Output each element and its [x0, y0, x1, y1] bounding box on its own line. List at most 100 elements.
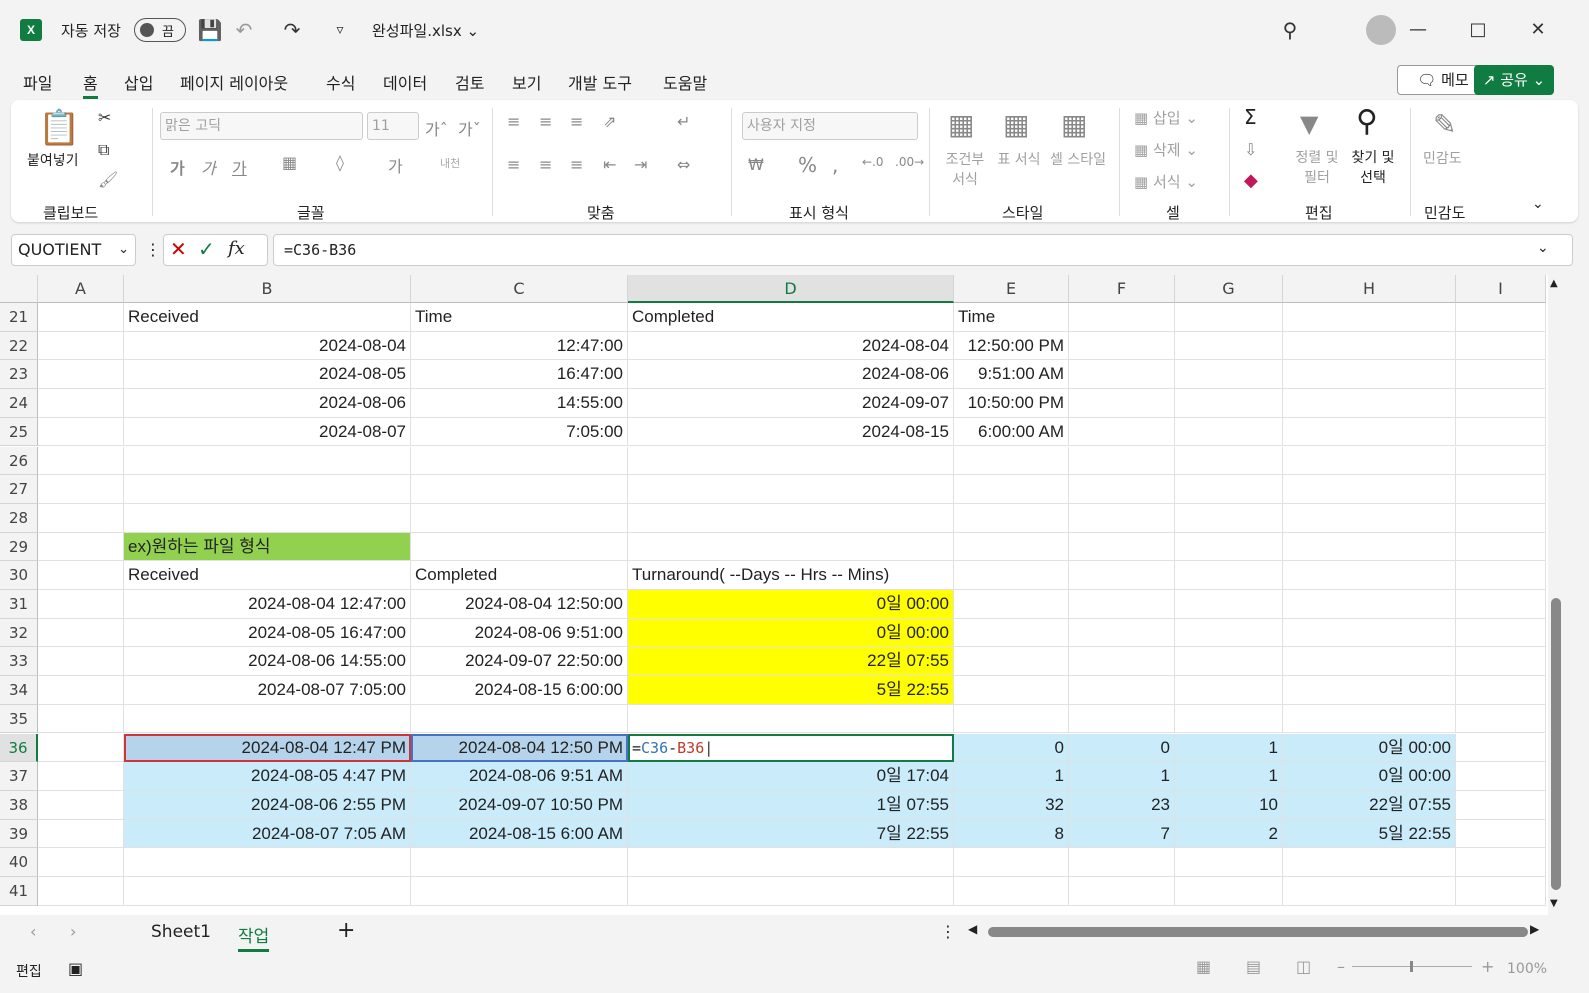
cell-f40[interactable] [1069, 848, 1175, 877]
cell-e26[interactable] [954, 446, 1069, 476]
cell-c41[interactable] [411, 877, 628, 906]
cell-h40[interactable] [1283, 848, 1456, 877]
insert-function-icon[interactable]: fx [228, 238, 245, 259]
scroll-left-icon[interactable]: ◀ [968, 922, 977, 936]
cell-f37[interactable]: 1 [1069, 762, 1175, 791]
normal-view-icon[interactable]: ▦ [1196, 957, 1211, 976]
undo-icon[interactable]: ↶ [230, 16, 258, 44]
cell-g29[interactable] [1175, 532, 1283, 562]
cell-h27[interactable] [1283, 475, 1456, 504]
sensitivity-icon[interactable]: ✎ [1433, 108, 1456, 141]
sheet-tab-sheet1[interactable]: Sheet1 [151, 922, 211, 942]
column-header-B[interactable]: B [124, 275, 411, 303]
cell-e34[interactable] [954, 676, 1069, 705]
cell-e29[interactable] [954, 532, 1069, 562]
row-header-22[interactable]: 22 [0, 331, 38, 361]
cell-d31[interactable]: 0일 00:00 [628, 590, 954, 619]
row-header-32[interactable]: 32 [0, 618, 38, 648]
cell-h23[interactable] [1283, 360, 1456, 390]
save-icon[interactable]: 💾 [196, 16, 224, 44]
tab-developer[interactable]: 개발 도구 [568, 70, 632, 94]
cell-g24[interactable] [1175, 389, 1283, 418]
cell-c40[interactable] [411, 848, 628, 877]
cell-b29[interactable]: ex)원하는 파일 형식 [124, 532, 411, 562]
cell-h29[interactable] [1283, 532, 1456, 562]
cell-f27[interactable] [1069, 475, 1175, 504]
cell-i21[interactable] [1456, 303, 1546, 332]
enter-icon[interactable]: ✓ [198, 237, 215, 261]
cell-d36[interactable]: =C36-B36| [628, 733, 954, 763]
accessibility-icon[interactable]: ▣ [68, 959, 83, 978]
cell-c27[interactable] [411, 475, 628, 504]
cell-b27[interactable] [124, 475, 411, 504]
cell-c34[interactable]: 2024-08-15 6:00:00 [411, 676, 628, 705]
cell-g41[interactable] [1175, 877, 1283, 906]
cell-f38[interactable]: 23 [1069, 790, 1175, 820]
cell-f23[interactable] [1069, 360, 1175, 390]
cell-e40[interactable] [954, 848, 1069, 877]
cell-h41[interactable] [1283, 877, 1456, 906]
cell-i36[interactable] [1456, 733, 1546, 763]
cell-c23[interactable]: 16:47:00 [411, 360, 628, 390]
cell-f28[interactable] [1069, 503, 1175, 533]
cell-e27[interactable] [954, 475, 1069, 504]
number-format-select[interactable]: 사용자 지정 [742, 112, 918, 140]
cell-d26[interactable] [628, 446, 954, 476]
row-header-33[interactable]: 33 [0, 647, 38, 677]
cell-f30[interactable] [1069, 561, 1175, 590]
cell-h24[interactable] [1283, 389, 1456, 418]
cell-a37[interactable] [38, 762, 124, 791]
row-header-35[interactable]: 35 [0, 704, 38, 734]
cell-h34[interactable] [1283, 676, 1456, 705]
cell-e39[interactable]: 8 [954, 819, 1069, 849]
cell-f24[interactable] [1069, 389, 1175, 418]
cell-h30[interactable] [1283, 561, 1456, 590]
cell-h39[interactable]: 5일 22:55 [1283, 819, 1456, 849]
cell-d25[interactable]: 2024-08-15 [628, 417, 954, 447]
column-header-A[interactable]: A [38, 275, 124, 303]
cell-c32[interactable]: 2024-08-06 9:51:00 [411, 618, 628, 648]
column-header-C[interactable]: C [411, 275, 628, 303]
cell-g25[interactable] [1175, 417, 1283, 447]
row-header-28[interactable]: 28 [0, 503, 38, 533]
decrease-font-icon[interactable]: 가ˇ [458, 116, 481, 140]
phonetic-icon[interactable]: 내천 [440, 155, 460, 171]
cell-h32[interactable] [1283, 618, 1456, 648]
cell-d34[interactable]: 5일 22:55 [628, 676, 954, 705]
close-icon[interactable]: ✕ [1518, 16, 1558, 44]
cell-h36[interactable]: 0일 00:00 [1283, 733, 1456, 763]
increase-font-icon[interactable]: 가ˆ [425, 116, 448, 140]
cell-b26[interactable] [124, 446, 411, 476]
tab-formulas[interactable]: 수식 [326, 70, 355, 94]
cell-b33[interactable]: 2024-08-06 14:55:00 [124, 647, 411, 677]
collapse-ribbon-icon[interactable]: ⌄ [1532, 196, 1544, 212]
cell-b32[interactable]: 2024-08-05 16:47:00 [124, 618, 411, 648]
increase-indent-icon[interactable]: ⇥ [634, 155, 647, 174]
formula-input[interactable]: =C36-B36 [273, 234, 1573, 266]
cell-d35[interactable] [628, 704, 954, 734]
align-middle-icon[interactable]: ≡ [539, 112, 552, 131]
column-header-D[interactable]: D [628, 275, 954, 303]
cell-c24[interactable]: 14:55:00 [411, 389, 628, 418]
next-sheet-icon[interactable]: › [70, 922, 76, 941]
cell-c39[interactable]: 2024-08-15 6:00 AM [411, 819, 628, 849]
cell-h21[interactable] [1283, 303, 1456, 332]
cell-c35[interactable] [411, 704, 628, 734]
increase-decimal-icon[interactable]: ←.0 [862, 155, 884, 169]
underline-button[interactable]: 가 [232, 155, 247, 179]
cell-g39[interactable]: 2 [1175, 819, 1283, 849]
cell-h25[interactable] [1283, 417, 1456, 447]
cell-d23[interactable]: 2024-08-06 [628, 360, 954, 390]
cell-a22[interactable] [38, 331, 124, 361]
font-name-select[interactable]: 맑은 고딕 [160, 112, 363, 140]
cell-g23[interactable] [1175, 360, 1283, 390]
autosum-icon[interactable]: Σ [1244, 105, 1257, 129]
cell-a40[interactable] [38, 848, 124, 877]
cell-b39[interactable]: 2024-08-07 7:05 AM [124, 819, 411, 849]
cancel-icon[interactable]: ✕ [170, 237, 187, 261]
vertical-scroll-thumb[interactable] [1551, 598, 1561, 890]
cell-e21[interactable]: Time [954, 303, 1069, 332]
cell-b31[interactable]: 2024-08-04 12:47:00 [124, 590, 411, 619]
cell-b34[interactable]: 2024-08-07 7:05:00 [124, 676, 411, 705]
cell-c21[interactable]: Time [411, 303, 628, 332]
